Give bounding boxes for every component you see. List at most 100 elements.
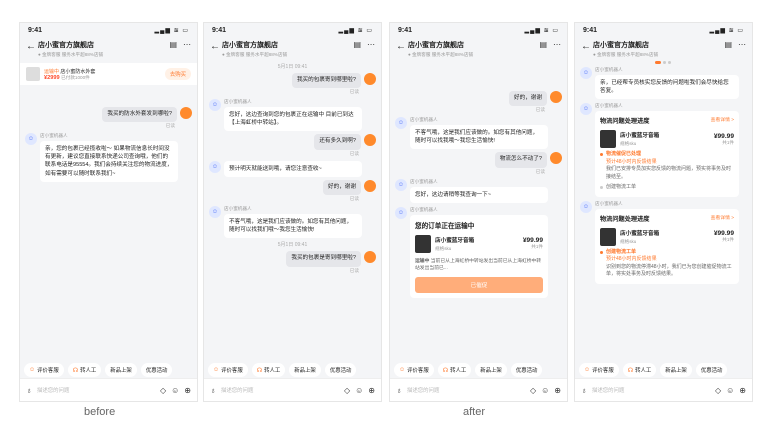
product-name: 店小蜜蓝牙音箱	[435, 237, 475, 244]
message-input[interactable]: 描述您的问题	[37, 386, 155, 394]
product-thumbnail	[26, 67, 40, 81]
user-message: 好的，谢谢	[395, 91, 562, 107]
store-icon[interactable]: ▤	[169, 40, 177, 49]
shortcut-promotions[interactable]: 优惠活动	[510, 363, 543, 377]
store-icon[interactable]: ▤	[724, 40, 732, 49]
buy-button[interactable]: 去购买	[164, 68, 191, 80]
order-status-card[interactable]: 您的订单正在运输中 店小蜜蓝牙音箱 规格sku ¥99.99 共1件 运输中 当前…	[410, 214, 548, 299]
star-icon: ☺	[29, 367, 36, 373]
message-text: 预计明天就能送到哦，请您注意查收~	[224, 160, 362, 177]
bot-name: 店小蜜机器人	[595, 200, 623, 206]
product-count: 共1件	[531, 244, 543, 250]
caption-after: after	[463, 406, 486, 418]
shortcut-rate-service[interactable]: ☺ 评价客服	[208, 363, 248, 377]
plus-icon[interactable]: ⊕	[739, 386, 746, 395]
status-icons: ▂▄▆ ≋ ▭	[709, 27, 744, 34]
emoji-icon[interactable]: ☺	[355, 386, 363, 395]
bag-icon[interactable]: ◇	[160, 386, 166, 395]
bot-avatar-icon: ☺	[580, 67, 592, 79]
product-sku: 规格sku	[435, 245, 452, 251]
headset-icon: ☊	[442, 367, 449, 374]
progress-step: 物流催促已处理 预计48小时内反馈结果 我们已安排专员加实您反馈的物流问题，预实…	[600, 151, 734, 181]
more-icon[interactable]: ⋯	[183, 40, 191, 49]
message-input[interactable]: 描述您的问题	[592, 386, 710, 394]
bot-message: ☺ 店小蜜机器人 物流问题处理进度 查看详情 > 店小蜜蓝牙音箱 规格sku ¥9…	[580, 200, 747, 284]
shortcut-rate-service[interactable]: ☺ 评价客服	[394, 363, 434, 377]
shortcut-promotions[interactable]: 优惠活动	[695, 363, 728, 377]
bot-message: ☺ 店小蜜机器人 您好，这边查询到您的包裹正在运输中 目前已到达【上海虹桥中转站…	[209, 99, 376, 132]
mic-icon[interactable]: ♁	[581, 386, 587, 395]
emoji-icon[interactable]: ☺	[726, 386, 734, 395]
back-arrow-icon[interactable]: ←	[26, 41, 38, 52]
emoji-icon[interactable]: ☺	[541, 386, 549, 395]
message-input[interactable]: 描述您的问题	[221, 386, 339, 394]
details-link[interactable]: 查看详情 >	[711, 214, 734, 223]
more-icon[interactable]: ⋯	[738, 40, 746, 49]
message-input[interactable]: 描述您的问题	[407, 386, 525, 394]
shortcut-transfer-agent[interactable]: ☊ 转人工	[437, 363, 472, 377]
shortcut-new-arrivals[interactable]: 新品上架	[289, 363, 321, 377]
plus-icon[interactable]: ⊕	[368, 386, 375, 395]
store-icon[interactable]: ▤	[353, 40, 361, 49]
back-arrow-icon[interactable]: ←	[210, 41, 222, 52]
bag-icon[interactable]: ◇	[715, 386, 721, 395]
bot-message: ☺ 店小蜜机器人 您好，这边请稍等我查询一下~	[395, 178, 562, 203]
back-arrow-icon[interactable]: ←	[581, 41, 593, 52]
caption-before: before	[84, 406, 116, 418]
mic-icon[interactable]: ♁	[396, 386, 402, 395]
bot-name: 店小蜜机器人	[224, 99, 252, 105]
bot-avatar-icon: ☺	[395, 206, 407, 219]
product-count: 共1件	[722, 237, 734, 243]
status-bar: 9:41 ▂▄▆ ≋ ▭	[20, 23, 197, 37]
store-icon[interactable]: ▤	[539, 40, 547, 49]
shortcut-transfer-agent[interactable]: ☊ 转人工	[67, 363, 102, 377]
chat-header: ← 店小蜜官方旗舰店 ● 金牌客服 服务水平超88%店铺 ▤ ⋯	[204, 37, 381, 63]
user-avatar	[364, 134, 376, 147]
product-price: ¥2999	[44, 74, 60, 81]
plus-icon[interactable]: ⊕	[554, 386, 561, 395]
bag-icon[interactable]: ◇	[530, 386, 536, 395]
message-text: 亲，已经帮专员核实您反馈的问题啦我们会尽快给您答复。	[595, 75, 739, 100]
mic-icon[interactable]: ♁	[210, 386, 216, 395]
shortcut-rate-service[interactable]: ☺ 评价客服	[24, 363, 64, 377]
chip-label: 评价客服	[407, 368, 429, 374]
shortcut-new-arrivals[interactable]: 新品上架	[660, 363, 692, 377]
product-bar[interactable]: 运输中 店小蜜防水外套 ¥2999 已付款1000件 去购买	[20, 63, 197, 85]
status-time: 9:41	[212, 26, 227, 34]
bot-name: 店小蜜机器人	[410, 178, 438, 184]
product-image	[600, 227, 616, 246]
message-text: 不客气哦，这是我们应该做的。如您有其他问题，随时可以找我哦～我您生活愉快!	[410, 125, 548, 150]
bot-avatar-icon: ☺	[580, 200, 592, 213]
more-icon[interactable]: ⋯	[553, 40, 561, 49]
shop-title: 店小蜜官方旗舰店	[222, 42, 278, 49]
urge-button[interactable]: 已催促	[415, 277, 543, 294]
shortcut-transfer-agent[interactable]: ☊ 转人工	[251, 363, 286, 377]
bot-name: 店小蜜机器人	[595, 103, 623, 109]
headset-icon: ☊	[72, 367, 79, 374]
shortcut-new-arrivals[interactable]: 新品上架	[105, 363, 137, 377]
shortcut-transfer-agent[interactable]: ☊ 转人工	[622, 363, 657, 377]
details-link[interactable]: 查看详情 >	[711, 116, 734, 125]
shop-subtitle: ● 金牌客服 服务水平超88%店铺	[593, 52, 659, 57]
mic-icon[interactable]: ♁	[26, 386, 32, 395]
plus-icon[interactable]: ⊕	[184, 386, 191, 395]
user-message: 我买的包裹寄到哪里啦?	[209, 73, 376, 89]
message-text: 我买的防水外套发到哪啦?	[102, 107, 177, 123]
more-icon[interactable]: ⋯	[367, 40, 375, 49]
user-message: 我买的防水外套发到哪啦?	[25, 107, 192, 123]
shortcut-rate-service[interactable]: ☺ 评价客服	[579, 363, 619, 377]
headset-icon: ☊	[256, 367, 263, 374]
shortcut-promotions[interactable]: 优惠活动	[324, 363, 357, 377]
shortcut-new-arrivals[interactable]: 新品上架	[475, 363, 507, 377]
bot-avatar-icon: ☺	[395, 178, 407, 191]
logistics-progress-card[interactable]: 物流问题处理进度 查看详情 > 店小蜜蓝牙音箱 规格sku ¥99.99 共1件 创…	[595, 208, 739, 284]
bag-icon[interactable]: ◇	[344, 386, 350, 395]
emoji-icon[interactable]: ☺	[171, 386, 179, 395]
read-receipt: 已读	[535, 107, 545, 113]
chip-label: 优惠活动	[145, 368, 168, 374]
input-bar: ♁ 描述您的问题 ◇ ☺ ⊕	[575, 378, 752, 401]
logistics-progress-card[interactable]: 物流问题处理进度 查看详情 > 店小蜜蓝牙音箱 规格sku ¥99.99 共1件 物…	[595, 111, 739, 197]
shortcut-promotions[interactable]: 优惠活动	[140, 363, 173, 377]
star-icon: ☺	[213, 367, 220, 373]
back-arrow-icon[interactable]: ←	[396, 41, 408, 52]
